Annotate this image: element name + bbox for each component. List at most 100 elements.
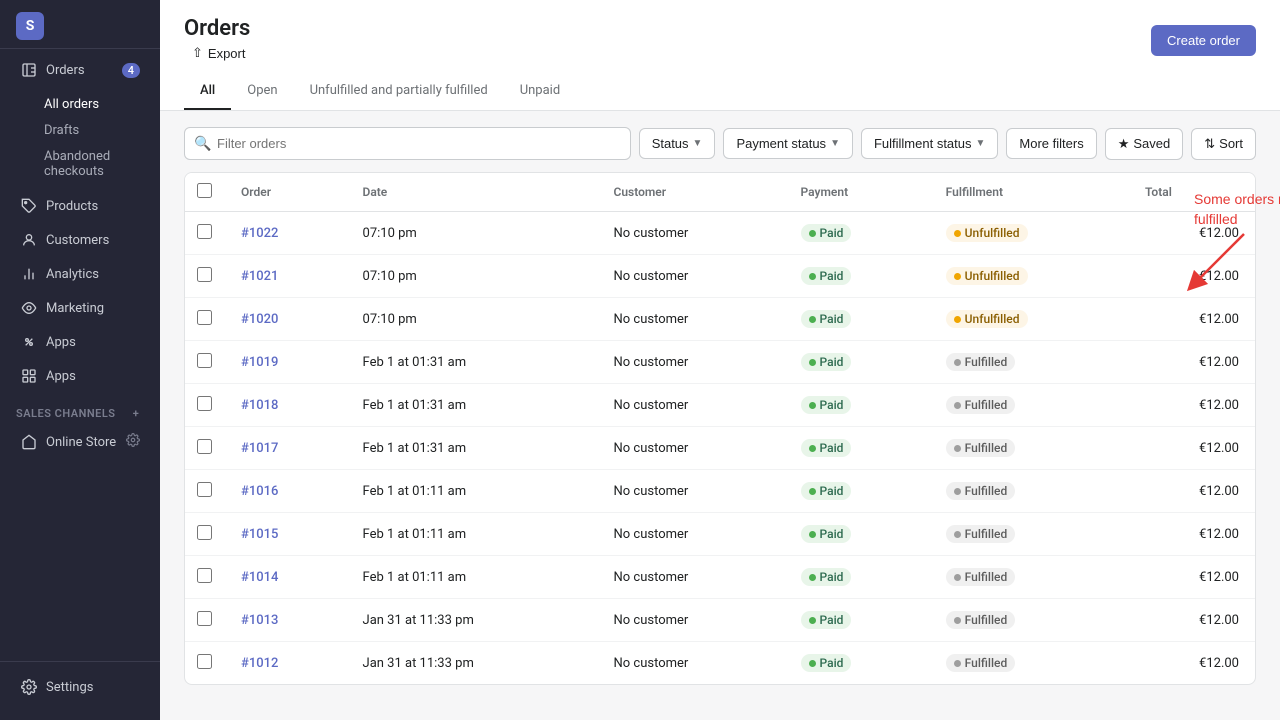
order-link-1014[interactable]: #1014	[241, 570, 278, 585]
fulfillment-cell-1014: Fulfilled	[930, 556, 1129, 599]
sidebar-logo: S	[0, 0, 160, 49]
sidebar-item-orders[interactable]: Orders 4	[4, 54, 156, 86]
more-filters-label: More filters	[1019, 136, 1083, 151]
fulfillment-cell-1013: Fulfilled	[930, 599, 1129, 642]
order-link-1022[interactable]: #1022	[241, 226, 278, 241]
order-link-1021[interactable]: #1021	[241, 269, 278, 284]
tab-unpaid[interactable]: Unpaid	[504, 73, 576, 110]
orders-label: Orders	[46, 63, 85, 78]
row-checkbox-1019	[185, 341, 225, 384]
tab-all[interactable]: All	[184, 73, 231, 110]
export-icon: ⇧	[192, 45, 203, 61]
payment-badge-1013: Paid	[801, 611, 852, 629]
more-filters-button[interactable]: More filters	[1006, 128, 1096, 159]
order-link-1012[interactable]: #1012	[241, 656, 278, 671]
payment-badge-dot	[809, 488, 816, 495]
sort-button[interactable]: ⇅ Sort	[1191, 128, 1256, 160]
saved-button[interactable]: ★ Saved	[1105, 128, 1184, 160]
order-link-1015[interactable]: #1015	[241, 527, 278, 542]
sidebar-item-all-orders[interactable]: All orders	[44, 92, 156, 117]
fulfillment-badge-dot	[954, 273, 961, 280]
sidebar-item-products[interactable]: Products	[4, 190, 156, 222]
checkbox-1012[interactable]	[197, 654, 212, 669]
sidebar-item-customers[interactable]: Customers	[4, 224, 156, 256]
fulfillment-cell-1015: Fulfilled	[930, 513, 1129, 556]
sidebar-item-marketing[interactable]: Marketing	[4, 292, 156, 324]
fulfillment-cell-1016: Fulfilled	[930, 470, 1129, 513]
order-link-1020[interactable]: #1020	[241, 312, 278, 327]
apps-icon	[20, 367, 38, 385]
date-col-header: Date	[347, 173, 598, 212]
checkbox-1016[interactable]	[197, 482, 212, 497]
fulfillment-cell-1019: Fulfilled	[930, 341, 1129, 384]
add-sales-channel-icon[interactable]: +	[128, 405, 144, 421]
customer-cell-1012: No customer	[597, 642, 784, 685]
status-filter-button[interactable]: Status ▼	[639, 128, 716, 159]
fulfillment-status-filter-button[interactable]: Fulfillment status ▼	[861, 128, 998, 159]
analytics-label: Analytics	[46, 267, 99, 282]
customer-cell-1015: No customer	[597, 513, 784, 556]
payment-badge-1017: Paid	[801, 439, 852, 457]
fulfillment-badge-dot	[954, 402, 961, 409]
payment-badge-dot	[809, 359, 816, 366]
payment-status-filter-button[interactable]: Payment status ▼	[723, 128, 853, 159]
table-row: #1016Feb 1 at 01:11 amNo customerPaidFul…	[185, 470, 1255, 513]
payment-badge-dot	[809, 402, 816, 409]
table-row: #1018Feb 1 at 01:31 amNo customerPaidFul…	[185, 384, 1255, 427]
main-content: Orders ⇧ Export Create order AllOpenUnfu…	[160, 0, 1280, 720]
checkbox-1021[interactable]	[197, 267, 212, 282]
payment-badge-1018: Paid	[801, 396, 852, 414]
row-checkbox-1020	[185, 298, 225, 341]
order-link-1019[interactable]: #1019	[241, 355, 278, 370]
online-store-settings-icon[interactable]	[126, 433, 140, 451]
checkbox-1020[interactable]	[197, 310, 212, 325]
tab-unfulfilled[interactable]: Unfulfilled and partially fulfilled	[294, 73, 504, 110]
search-wrap: 🔍	[184, 127, 631, 160]
select-all-checkbox[interactable]	[197, 183, 212, 198]
table-row: #1014Feb 1 at 01:11 amNo customerPaidFul…	[185, 556, 1255, 599]
customer-cell-1013: No customer	[597, 599, 784, 642]
total-cell-1012: €12.00	[1129, 642, 1255, 685]
row-checkbox-1013	[185, 599, 225, 642]
sidebar-item-analytics[interactable]: Analytics	[4, 258, 156, 290]
sidebar-item-discounts[interactable]: Apps	[4, 326, 156, 358]
checkbox-1022[interactable]	[197, 224, 212, 239]
checkbox-1018[interactable]	[197, 396, 212, 411]
table-row: #102107:10 pmNo customerPaidUnfulfilled€…	[185, 255, 1255, 298]
fulfillment-badge-dot	[954, 660, 961, 667]
sidebar-item-abandoned[interactable]: Abandoned checkouts	[44, 144, 156, 184]
checkbox-1013[interactable]	[197, 611, 212, 626]
checkbox-1014[interactable]	[197, 568, 212, 583]
sidebar-item-apps[interactable]: Apps	[4, 360, 156, 392]
fulfillment-badge-dot	[954, 445, 961, 452]
checkbox-1019[interactable]	[197, 353, 212, 368]
search-input[interactable]	[184, 127, 631, 160]
sidebar-item-settings[interactable]: Settings	[4, 671, 156, 703]
table-row: #1015Feb 1 at 01:11 amNo customerPaidFul…	[185, 513, 1255, 556]
total-cell-1016: €12.00	[1129, 470, 1255, 513]
export-button[interactable]: ⇧ Export	[184, 41, 253, 65]
checkbox-1015[interactable]	[197, 525, 212, 540]
order-link-1017[interactable]: #1017	[241, 441, 278, 456]
payment-badge-dot	[809, 574, 816, 581]
customer-cell-1020: No customer	[597, 298, 784, 341]
payment-badge-1016: Paid	[801, 482, 852, 500]
orders-table: Order Date Customer Payment Fulfillment …	[185, 173, 1255, 684]
order-link-1013[interactable]: #1013	[241, 613, 278, 628]
tab-open[interactable]: Open	[231, 73, 293, 110]
fulfillment-badge-1015: Fulfilled	[946, 525, 1016, 543]
sidebar: S Orders 4 All orders Drafts Abandoned c…	[0, 0, 160, 720]
fulfillment-badge-dot	[954, 359, 961, 366]
checkbox-1017[interactable]	[197, 439, 212, 454]
total-cell-1020: €12.00	[1129, 298, 1255, 341]
select-all-col	[185, 173, 225, 212]
date-cell-1019: Feb 1 at 01:31 am	[347, 341, 598, 384]
order-link-1018[interactable]: #1018	[241, 398, 278, 413]
table-row: #102007:10 pmNo customerPaidUnfulfilled€…	[185, 298, 1255, 341]
sidebar-item-online-store[interactable]: Online Store	[4, 426, 156, 458]
order-link-1016[interactable]: #1016	[241, 484, 278, 499]
fulfillment-status-chevron-icon: ▼	[976, 138, 986, 149]
orders-icon	[20, 61, 38, 79]
create-order-button[interactable]: Create order	[1151, 25, 1256, 56]
sidebar-item-drafts[interactable]: Drafts	[44, 118, 156, 143]
